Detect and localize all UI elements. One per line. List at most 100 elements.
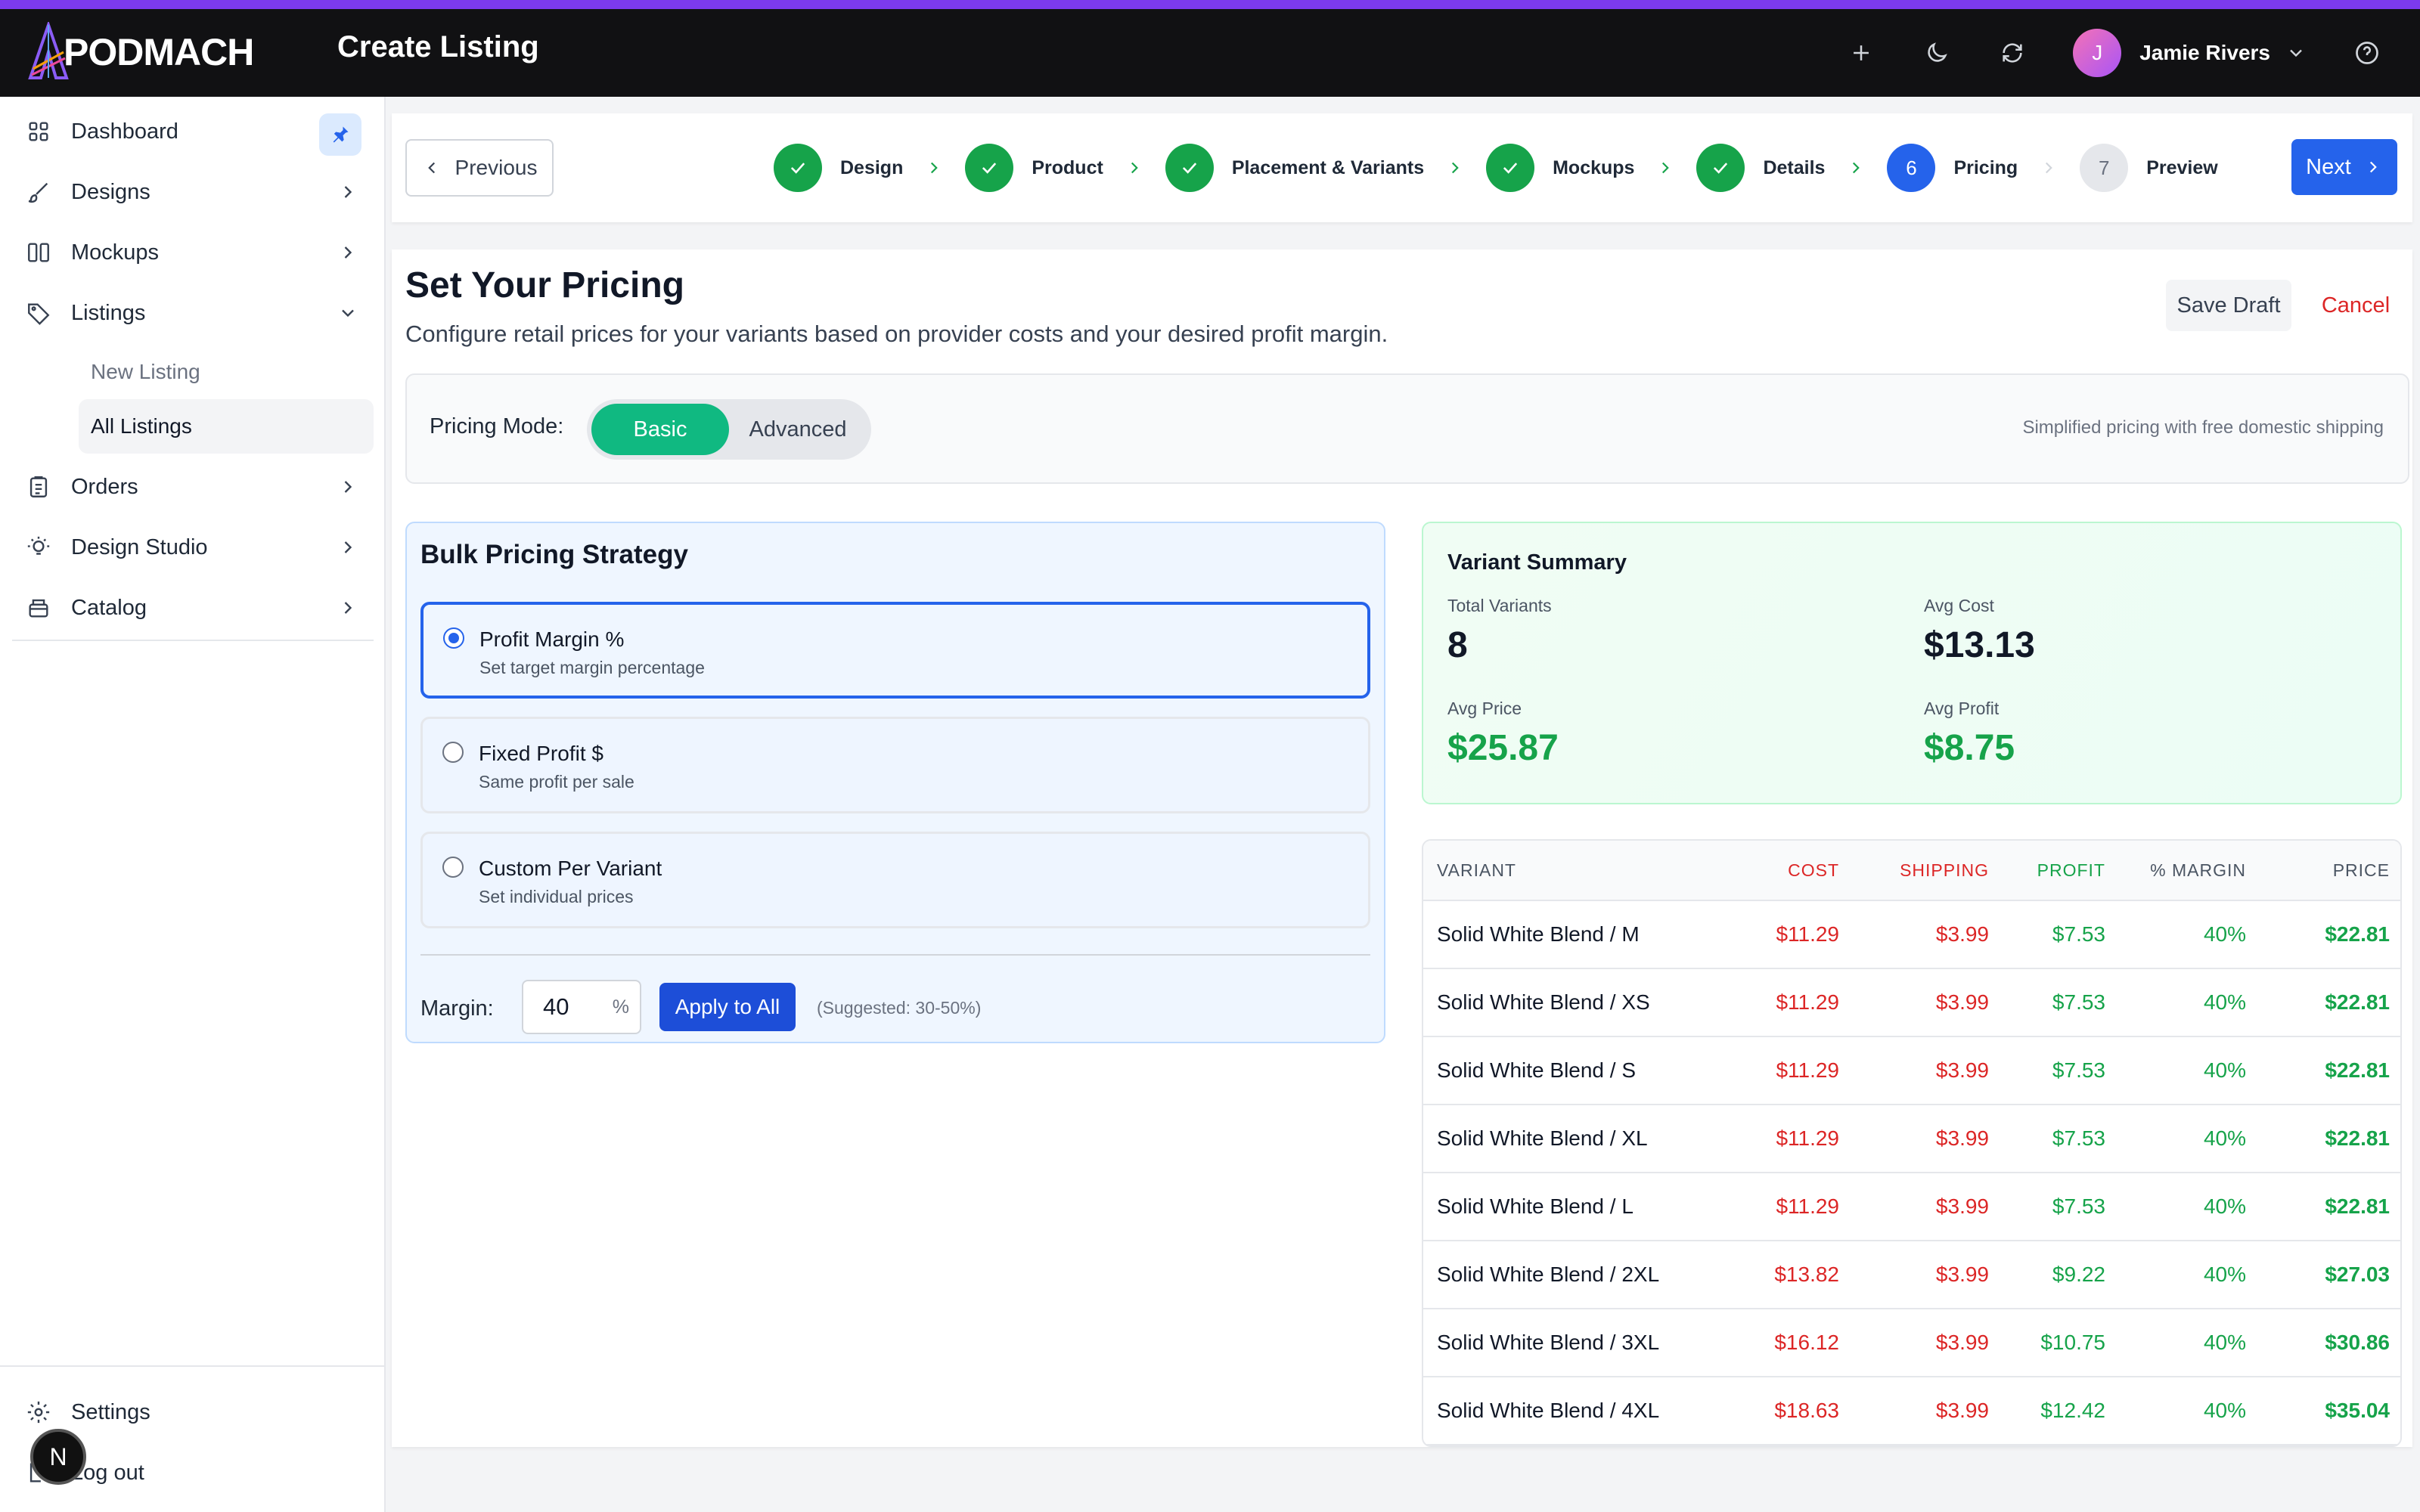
price-cell: $22.81	[2325, 1194, 2390, 1218]
variant-cell: Solid White Blend / XS	[1437, 990, 1650, 1014]
chevron-right-icon	[1846, 158, 1866, 178]
radio-button[interactable]	[442, 742, 464, 763]
table-row[interactable]: Solid White Blend / 2XL $13.82 $3.99 $9.22 4…	[1423, 1241, 2400, 1309]
step-product[interactable]: Product	[965, 144, 1103, 192]
mode-advanced-option[interactable]: Advanced	[729, 404, 867, 455]
brand-logo[interactable]: PODMACH	[26, 18, 254, 86]
user-name[interactable]: Jamie Rivers	[2139, 41, 2270, 65]
margin-label: Margin:	[420, 996, 494, 1021]
table-header: VARIANT COST SHIPPING PROFIT % MARGIN PR…	[1423, 841, 2400, 901]
cost-cell: $11.29	[1776, 922, 1839, 946]
sidebar-item-label: Log out	[71, 1460, 144, 1485]
chevron-right-icon	[337, 476, 358, 497]
step-details[interactable]: Details	[1696, 144, 1825, 192]
dev-badge[interactable]: N	[30, 1429, 86, 1485]
strategy-title: Fixed Profit $	[479, 742, 603, 765]
cost-cell: $11.29	[1776, 1126, 1839, 1150]
cost-cell: $13.82	[1774, 1263, 1839, 1286]
sidebar-item-designs[interactable]: Designs	[12, 165, 375, 219]
chevron-right-icon	[337, 181, 358, 203]
table-row[interactable]: Solid White Blend / 3XL $16.12 $3.99 $10.75…	[1423, 1309, 2400, 1377]
table-row[interactable]: Solid White Blend / XL $11.29 $3.99 $7.53 40…	[1423, 1105, 2400, 1173]
column-header-profit: PROFIT	[2037, 860, 2105, 880]
step-preview[interactable]: 7 Preview	[2080, 144, 2218, 192]
plus-icon[interactable]	[1823, 24, 1899, 82]
grid-icon	[12, 119, 54, 144]
step-number: 7	[2080, 144, 2129, 192]
step-design[interactable]: Design	[774, 144, 903, 192]
radio-button[interactable]	[442, 857, 464, 878]
top-accent-stripe	[0, 0, 2420, 9]
avg-price-label: Avg Price	[1447, 699, 1522, 718]
strategy-fixed-profit[interactable]: Fixed Profit $ Same profit per sale	[420, 717, 1370, 813]
step-label: Placement & Variants	[1231, 156, 1425, 178]
sidebar-item-design-studio[interactable]: Design Studio	[12, 520, 375, 575]
avatar[interactable]: J	[2073, 29, 2122, 77]
strategy-profit-margin[interactable]: Profit Margin % Set target margin percen…	[420, 602, 1370, 699]
radio-button[interactable]	[443, 627, 464, 649]
help-icon[interactable]	[2344, 24, 2390, 82]
sidebar-item-dashboard[interactable]: Dashboard	[12, 104, 375, 159]
chevron-right-icon	[1125, 158, 1144, 178]
strategy-desc: Set target margin percentage	[479, 658, 705, 677]
profit-cell: $9.22	[2052, 1263, 2105, 1286]
profit-cell: $10.75	[2040, 1331, 2105, 1354]
shipping-cell: $3.99	[1935, 1263, 1989, 1286]
strategy-custom-per-variant[interactable]: Custom Per Variant Set individual prices	[420, 832, 1370, 928]
sidebar-subitem-all-listings[interactable]: All Listings	[79, 399, 374, 454]
sidebar-item-mockups[interactable]: Mockups	[12, 225, 375, 280]
table-row[interactable]: Solid White Blend / 4XL $18.63 $3.99 $12.42…	[1423, 1377, 2400, 1445]
check-icon	[1696, 144, 1745, 192]
cost-cell: $11.29	[1776, 1058, 1839, 1082]
profit-cell: $7.53	[2052, 1126, 2105, 1150]
sidebar-item-label: Orders	[71, 474, 138, 499]
variant-summary-title: Variant Summary	[1447, 550, 1627, 575]
chevron-right-icon	[1445, 158, 1465, 178]
save-draft-button[interactable]: Save Draft	[2166, 280, 2291, 331]
table-row[interactable]: Solid White Blend / S $11.29 $3.99 $7.53 40%…	[1423, 1037, 2400, 1105]
shipping-cell: $3.99	[1935, 922, 1989, 946]
profit-cell: $7.53	[2052, 1058, 2105, 1082]
sidebar-item-catalog[interactable]: Catalog	[12, 581, 375, 635]
table-row[interactable]: Solid White Blend / M $11.29 $3.99 $7.53 40%…	[1423, 901, 2400, 969]
pricing-mode-hint: Simplified pricing with free domestic sh…	[2022, 417, 2384, 438]
avg-profit-label: Avg Profit	[1924, 699, 2000, 718]
step-label: Product	[1032, 156, 1103, 178]
margin-cell: 40%	[2203, 990, 2246, 1014]
column-header-margin: % MARGIN	[2150, 860, 2246, 880]
apply-to-all-button[interactable]: Apply to All	[659, 983, 796, 1031]
sidebar-subitem-new-listing[interactable]: New Listing	[79, 345, 374, 399]
column-header-variant: VARIANT	[1437, 860, 1516, 880]
strategy-title: Custom Per Variant	[479, 857, 662, 880]
box-icon	[12, 595, 54, 621]
margin-cell: 40%	[2203, 1331, 2246, 1354]
margin-cell: 40%	[2203, 922, 2246, 946]
shipping-cell: $3.99	[1935, 1331, 1989, 1354]
variant-cell: Solid White Blend / 4XL	[1437, 1399, 1660, 1422]
pricing-mode-toggle[interactable]: Basic Advanced	[587, 399, 871, 460]
variant-cell: Solid White Blend / M	[1437, 922, 1640, 946]
margin-value: 40	[543, 993, 569, 1020]
pricing-mode-label: Pricing Mode:	[430, 414, 564, 438]
step-mockups[interactable]: Mockups	[1486, 144, 1634, 192]
next-button[interactable]: Next	[2291, 139, 2397, 195]
previous-button[interactable]: Previous	[405, 139, 554, 197]
check-icon	[1486, 144, 1535, 192]
pin-icon[interactable]	[319, 113, 361, 156]
table-row[interactable]: Solid White Blend / XS $11.29 $3.99 $7.53 40…	[1423, 969, 2400, 1037]
margin-input[interactable]: 40 %	[522, 980, 641, 1034]
step-pricing[interactable]: 6 Pricing	[1887, 144, 2018, 192]
sidebar-item-listings[interactable]: Listings	[12, 286, 375, 340]
step-placement-variants[interactable]: Placement & Variants	[1165, 144, 1424, 192]
cancel-button[interactable]: Cancel	[2307, 280, 2405, 331]
refresh-icon[interactable]	[1975, 24, 2050, 82]
table-row[interactable]: Solid White Blend / L $11.29 $3.99 $7.53 40%…	[1423, 1173, 2400, 1241]
moon-icon[interactable]	[1899, 24, 1975, 82]
percent-suffix: %	[612, 996, 629, 1018]
chevron-right-icon	[2039, 158, 2059, 178]
sidebar-item-orders[interactable]: Orders	[12, 460, 375, 514]
variant-pricing-table: VARIANT COST SHIPPING PROFIT % MARGIN PR…	[1422, 839, 2402, 1447]
chevron-down-icon[interactable]	[2285, 42, 2307, 64]
mode-basic-option[interactable]: Basic	[591, 404, 729, 455]
step-number: 6	[1887, 144, 1936, 192]
